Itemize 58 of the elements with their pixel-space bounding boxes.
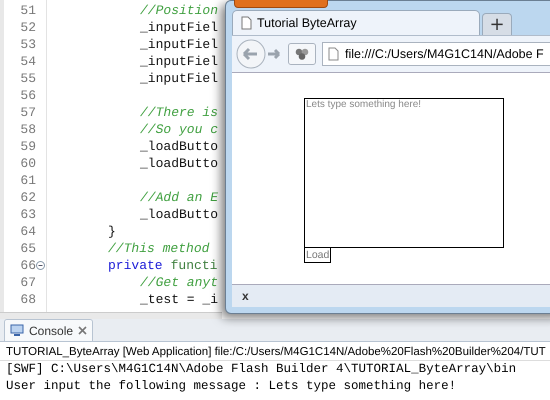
code-text: _loadButto [140, 139, 218, 154]
monitor-icon [10, 324, 24, 337]
line-number: 53 [19, 37, 36, 52]
console-tab-label: Console [29, 324, 74, 338]
line-number: 65 [19, 241, 36, 256]
code-text: _inputFiel [140, 71, 218, 86]
code-text: //Position [140, 3, 218, 18]
code-text: //So you c [140, 122, 218, 137]
code-text: private [108, 258, 163, 273]
code-text: //Add an E [140, 190, 218, 205]
code-text: //Get anyt [140, 275, 218, 290]
new-tab-button[interactable]: + [482, 13, 512, 35]
address-bar[interactable]: file:///C:/Users/M4G1C14N/Adobe F [322, 42, 550, 66]
code-text: _inputFiel [140, 54, 218, 69]
line-number: 52 [19, 20, 36, 35]
line-number: 55 [19, 71, 36, 86]
line-number: 60 [19, 156, 36, 171]
horizontal-scrollbar[interactable] [0, 312, 222, 319]
code-text: } [108, 224, 116, 239]
line-number: 54 [19, 54, 36, 69]
line-number: 62 [19, 190, 36, 205]
code-text: //This method [108, 241, 210, 256]
close-bar-button[interactable]: x [242, 289, 249, 303]
message-input-field[interactable]: Lets type something here! [304, 98, 504, 248]
code-text: _test = _i [140, 292, 218, 307]
console-header: TUTORIAL_ByteArray [Web Application] file:/C:/Users/M4G1C14N/Adobe%20Flash%20Builder%204/TUT [0, 342, 550, 361]
console-tab[interactable]: Console [4, 319, 94, 341]
tab-title: Tutorial ByteArray [257, 16, 357, 30]
line-number: 68 [19, 292, 36, 307]
line-number: 61 [19, 173, 36, 188]
browser-tab[interactable]: Tutorial ByteArray [232, 10, 480, 35]
console-output-line: User input the following message : Lets type something here! [5, 378, 458, 395]
console-output-line: [SWF] C:\Users\M4G1C14N\Adobe Flash Builder 4\TUTORIAL_ByteArray\bin [5, 361, 518, 378]
line-number: 63 [19, 207, 36, 222]
code-text: _loadButto [140, 156, 218, 171]
page-icon [241, 16, 252, 30]
code-text: _inputFiel [140, 37, 218, 52]
url-text: file:///C:/Users/M4G1C14N/Adobe F [345, 47, 544, 61]
circles-icon [295, 48, 309, 60]
line-number: 67 [19, 275, 36, 290]
load-button[interactable]: Load [304, 248, 332, 263]
code-text: _loadButto [140, 207, 218, 222]
code-text: //There is [140, 105, 218, 120]
menu-button[interactable] [234, 0, 328, 8]
page-icon [328, 47, 339, 61]
close-icon[interactable] [78, 326, 88, 335]
line-number: 66 [19, 258, 36, 273]
code-text: functi [170, 258, 218, 273]
back-icon[interactable] [236, 39, 266, 69]
line-number: 56 [19, 88, 36, 103]
collapse-icon[interactable] [36, 261, 45, 270]
line-number: 59 [19, 139, 36, 154]
line-number: 51 [19, 3, 36, 18]
line-number: 57 [19, 105, 36, 120]
extension-button[interactable] [288, 43, 316, 65]
line-number: 58 [19, 122, 36, 137]
code-text: _inputFiel [140, 20, 218, 35]
line-number: 64 [19, 224, 36, 239]
